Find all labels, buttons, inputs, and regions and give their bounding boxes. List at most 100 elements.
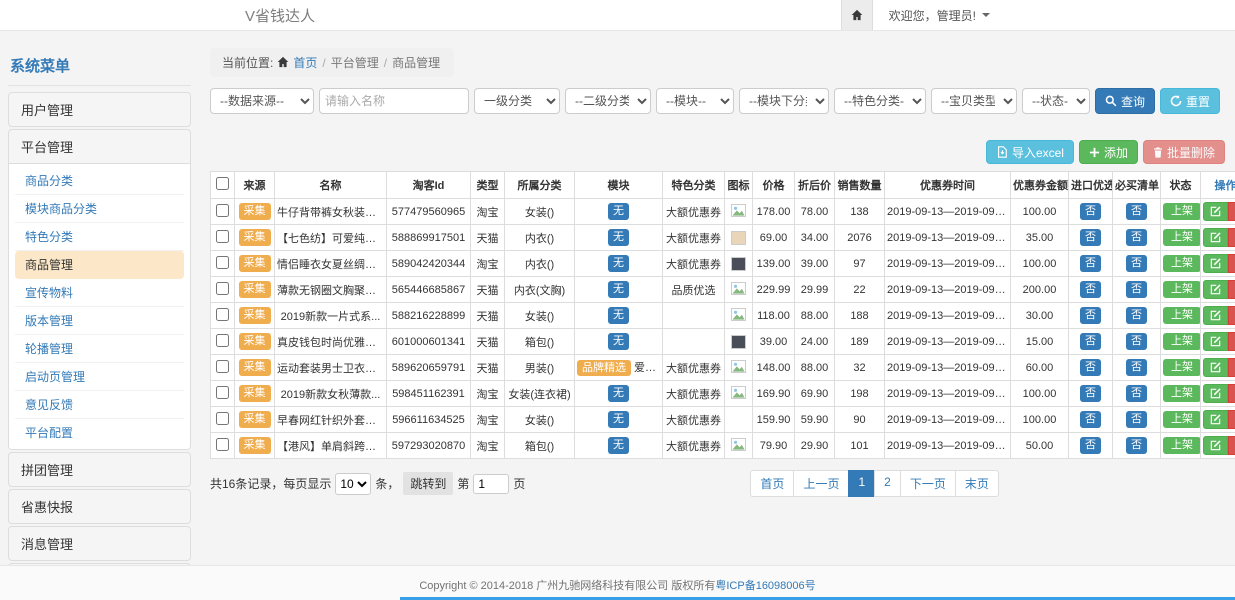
import-select-badge[interactable]: 否 xyxy=(1080,229,1101,246)
sidebar-item[interactable]: 版本管理 xyxy=(15,307,184,335)
must-buy-badge[interactable]: 否 xyxy=(1126,229,1147,246)
page-button[interactable]: 上一页 xyxy=(793,470,849,497)
row-checkbox[interactable] xyxy=(216,204,229,217)
edit-button[interactable] xyxy=(1203,358,1228,377)
user-menu[interactable]: 欢迎您，管理员! xyxy=(873,0,1235,30)
sidebar-item[interactable]: 商品管理 xyxy=(15,251,184,279)
status-select[interactable]: --状态-- xyxy=(1022,88,1090,114)
home-button[interactable] xyxy=(841,0,873,30)
delete-button[interactable] xyxy=(1228,384,1235,403)
module-subcategory-select[interactable]: --模块下分类-- xyxy=(739,88,829,114)
add-button[interactable]: 添加 xyxy=(1079,140,1138,164)
delete-button[interactable] xyxy=(1228,202,1235,221)
delete-button[interactable] xyxy=(1228,436,1235,455)
row-checkbox[interactable] xyxy=(216,360,229,373)
row-checkbox[interactable] xyxy=(216,308,229,321)
sidebar-item[interactable]: 商品分类 xyxy=(15,167,184,195)
status-badge[interactable]: 上架 xyxy=(1163,359,1201,376)
sidebar-section[interactable]: 拼团管理 xyxy=(9,453,190,486)
select-all-checkbox[interactable] xyxy=(216,177,229,190)
import-select-badge[interactable]: 否 xyxy=(1080,437,1101,454)
import-select-badge[interactable]: 否 xyxy=(1080,411,1101,428)
page-button[interactable]: 下一页 xyxy=(900,470,956,497)
level2-category-select[interactable]: --二级分类-- xyxy=(565,88,651,114)
must-buy-badge[interactable]: 否 xyxy=(1126,307,1147,324)
sidebar-item[interactable]: 启动页管理 xyxy=(15,363,184,391)
delete-button[interactable] xyxy=(1228,306,1235,325)
row-checkbox[interactable] xyxy=(216,256,229,269)
sidebar-item[interactable]: 特色分类 xyxy=(15,223,184,251)
page-button[interactable]: 首页 xyxy=(750,470,794,497)
row-checkbox[interactable] xyxy=(216,334,229,347)
sidebar-section[interactable]: 消息管理 xyxy=(9,527,190,560)
row-checkbox[interactable] xyxy=(216,412,229,425)
icp-link[interactable]: 粤ICP备16098006号 xyxy=(715,580,815,592)
page-button[interactable]: 2 xyxy=(874,470,901,497)
delete-button[interactable] xyxy=(1228,228,1235,247)
feature-category-select[interactable]: --特色分类-- xyxy=(834,88,926,114)
import-select-badge[interactable]: 否 xyxy=(1080,255,1101,272)
must-buy-badge[interactable]: 否 xyxy=(1126,437,1147,454)
import-select-badge[interactable]: 否 xyxy=(1080,281,1101,298)
edit-button[interactable] xyxy=(1203,228,1228,247)
breadcrumb-item[interactable]: 首页 xyxy=(293,56,317,70)
jump-button[interactable]: 跳转到 xyxy=(403,472,453,495)
status-badge[interactable]: 上架 xyxy=(1163,229,1201,246)
row-checkbox[interactable] xyxy=(216,386,229,399)
edit-button[interactable] xyxy=(1203,202,1228,221)
import-select-badge[interactable]: 否 xyxy=(1080,307,1101,324)
edit-button[interactable] xyxy=(1203,410,1228,429)
must-buy-badge[interactable]: 否 xyxy=(1126,333,1147,350)
module-select[interactable]: --模块-- xyxy=(656,88,734,114)
import-select-badge[interactable]: 否 xyxy=(1080,333,1101,350)
import-excel-button[interactable]: 导入excel xyxy=(986,140,1074,164)
level1-category-select[interactable]: 一级分类 xyxy=(474,88,560,114)
edit-button[interactable] xyxy=(1203,254,1228,273)
sidebar-item[interactable]: 宣传物料 xyxy=(15,279,184,307)
delete-button[interactable] xyxy=(1228,358,1235,377)
must-buy-badge[interactable]: 否 xyxy=(1126,411,1147,428)
per-page-select[interactable]: 10 xyxy=(335,473,371,495)
must-buy-badge[interactable]: 否 xyxy=(1126,385,1147,402)
edit-button[interactable] xyxy=(1203,306,1228,325)
status-badge[interactable]: 上架 xyxy=(1163,333,1201,350)
reset-button[interactable]: 重置 xyxy=(1160,88,1220,114)
status-badge[interactable]: 上架 xyxy=(1163,411,1201,428)
sidebar-section[interactable]: 用户管理 xyxy=(9,93,190,126)
import-select-badge[interactable]: 否 xyxy=(1080,385,1101,402)
name-input[interactable] xyxy=(319,88,469,114)
page-number-input[interactable] xyxy=(473,474,509,494)
data-source-select[interactable]: --数据来源-- xyxy=(210,88,314,114)
delete-button[interactable] xyxy=(1228,410,1235,429)
edit-button[interactable] xyxy=(1203,332,1228,351)
import-select-badge[interactable]: 否 xyxy=(1080,203,1101,220)
page-button[interactable]: 1 xyxy=(848,470,875,497)
row-checkbox[interactable] xyxy=(216,438,229,451)
must-buy-badge[interactable]: 否 xyxy=(1126,359,1147,376)
sidebar-item[interactable]: 模块商品分类 xyxy=(15,195,184,223)
status-badge[interactable]: 上架 xyxy=(1163,255,1201,272)
edit-button[interactable] xyxy=(1203,384,1228,403)
sidebar-item[interactable]: 轮播管理 xyxy=(15,335,184,363)
status-badge[interactable]: 上架 xyxy=(1163,437,1201,454)
item-type-select[interactable]: --宝贝类型-- xyxy=(931,88,1017,114)
query-button[interactable]: 查询 xyxy=(1095,88,1155,114)
sidebar-item[interactable]: 平台配置 xyxy=(15,419,184,446)
page-button[interactable]: 末页 xyxy=(955,470,999,497)
sidebar-section[interactable]: 平台管理 xyxy=(9,130,190,163)
row-checkbox[interactable] xyxy=(216,282,229,295)
edit-button[interactable] xyxy=(1203,280,1228,299)
status-badge[interactable]: 上架 xyxy=(1163,385,1201,402)
sidebar-section[interactable]: 省惠快报 xyxy=(9,490,190,523)
status-badge[interactable]: 上架 xyxy=(1163,203,1201,220)
delete-button[interactable] xyxy=(1228,280,1235,299)
delete-button[interactable] xyxy=(1228,254,1235,273)
must-buy-badge[interactable]: 否 xyxy=(1126,255,1147,272)
row-checkbox[interactable] xyxy=(216,230,229,243)
import-select-badge[interactable]: 否 xyxy=(1080,359,1101,376)
edit-button[interactable] xyxy=(1203,436,1228,455)
delete-button[interactable] xyxy=(1228,332,1235,351)
sidebar-item[interactable]: 意见反馈 xyxy=(15,391,184,419)
status-badge[interactable]: 上架 xyxy=(1163,281,1201,298)
must-buy-badge[interactable]: 否 xyxy=(1126,281,1147,298)
